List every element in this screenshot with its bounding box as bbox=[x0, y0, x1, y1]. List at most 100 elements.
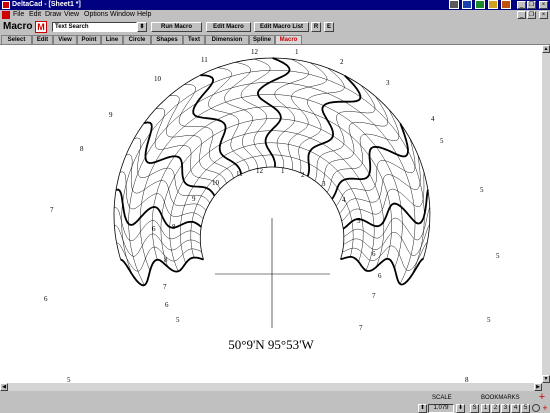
macro-select-arrow-icon[interactable]: ⬍ bbox=[137, 22, 147, 32]
crosshair-icon[interactable]: + bbox=[541, 404, 549, 413]
tab-point[interactable]: Point bbox=[77, 35, 101, 44]
doc-minimize-icon[interactable]: _ bbox=[517, 11, 526, 19]
zoom-circle-icon[interactable] bbox=[532, 404, 540, 412]
outer-hour-label: 11 bbox=[201, 56, 208, 64]
bookmark-2-button[interactable]: 2 bbox=[491, 404, 500, 413]
tray-word-icon[interactable] bbox=[462, 0, 472, 9]
inner-hour-label: 5 bbox=[357, 217, 361, 225]
cursor-cross-icon: + bbox=[538, 391, 546, 403]
grid-line bbox=[335, 138, 416, 207]
toolbar-label: Macro bbox=[3, 21, 33, 32]
bookmark-s-button[interactable]: S bbox=[470, 404, 479, 413]
bookmark-5-button[interactable]: 5 bbox=[521, 404, 530, 413]
drawing-canvas[interactable]: 50°9'N 95°53'W 12 1 2 3 4 11 10 9 8 7 6 … bbox=[0, 45, 542, 383]
scroll-right-icon[interactable]: ▶ bbox=[534, 383, 542, 391]
tab-text[interactable]: Text bbox=[183, 35, 205, 44]
menu-help[interactable]: Help bbox=[137, 10, 151, 20]
bookmark-3-button[interactable]: 3 bbox=[501, 404, 510, 413]
menu-draw[interactable]: Draw bbox=[45, 10, 61, 20]
inner-hour-label: 9 bbox=[192, 195, 196, 203]
doc-restore-icon[interactable]: ❐ bbox=[527, 11, 536, 19]
scatter-label: 8 bbox=[164, 256, 168, 264]
menu-view[interactable]: View bbox=[64, 10, 79, 20]
scroll-down-icon[interactable]: ▼ bbox=[542, 375, 550, 383]
grid-line bbox=[340, 256, 424, 286]
macro-icon[interactable]: M bbox=[35, 21, 47, 33]
title-bar: DeltaCad - [Sheet1 *] _ ❐ × bbox=[0, 0, 550, 10]
outer-hour-label: 3 bbox=[386, 79, 390, 87]
window-title: DeltaCad - [Sheet1 *] bbox=[12, 1, 81, 8]
edit-macro-list-button[interactable]: Edit Macro List bbox=[254, 22, 309, 32]
document-icon[interactable] bbox=[2, 11, 10, 19]
inner-hour-label: 1 bbox=[281, 167, 285, 175]
scatter-label: 6 bbox=[152, 225, 156, 233]
grid-line bbox=[139, 94, 403, 271]
status-bar: SCALE ⬆ 1.079 ⬇ BOOKMARKS S 1 2 3 4 5 + … bbox=[0, 391, 550, 413]
drawing-svg: 50°9'N 95°53'W 12 1 2 3 4 11 10 9 8 7 6 … bbox=[44, 48, 500, 383]
e-button[interactable]: E bbox=[324, 22, 334, 32]
inner-hour-label: 8 bbox=[172, 223, 176, 231]
tab-circle[interactable]: Circle bbox=[123, 35, 151, 44]
tray-access-icon[interactable] bbox=[501, 0, 511, 9]
outer-hour-label: 6 bbox=[44, 295, 48, 303]
bookmark-4-button[interactable]: 4 bbox=[511, 404, 520, 413]
outer-hour-label: 1 bbox=[295, 48, 299, 56]
menu-options[interactable]: Options bbox=[84, 10, 108, 20]
scroll-up-icon[interactable]: ▲ bbox=[542, 45, 550, 53]
grid-line bbox=[166, 95, 227, 184]
scale-up-icon[interactable]: ⬆ bbox=[418, 404, 427, 413]
grid-line bbox=[154, 107, 221, 190]
grid-line bbox=[160, 118, 385, 268]
inner-hour-label: 11 bbox=[236, 170, 243, 178]
menu-window[interactable]: Window bbox=[110, 10, 135, 20]
tray-powerpoint-icon[interactable] bbox=[488, 0, 498, 9]
bookmark-1-button[interactable]: 1 bbox=[481, 404, 490, 413]
scatter-label: 5 bbox=[440, 137, 444, 145]
tab-line[interactable]: Line bbox=[101, 35, 123, 44]
scatter-label: 5 bbox=[480, 186, 484, 194]
tab-macro[interactable]: Macro bbox=[275, 35, 302, 44]
tab-shapes[interactable]: Shapes bbox=[151, 35, 183, 44]
scale-down-icon[interactable]: ⬇ bbox=[456, 404, 465, 413]
tab-select[interactable]: Select bbox=[1, 35, 32, 44]
tray-app-icon[interactable] bbox=[449, 0, 459, 9]
macro-select[interactable]: Text Search bbox=[52, 22, 137, 32]
scatter-label: 7 bbox=[372, 292, 376, 300]
inner-hour-label: 3 bbox=[322, 180, 326, 188]
scatter-label: 7 bbox=[359, 324, 363, 332]
close-icon[interactable]: × bbox=[539, 1, 548, 9]
run-macro-button[interactable]: Run Macro bbox=[151, 22, 202, 32]
grid-line bbox=[240, 58, 271, 168]
menu-file[interactable]: File bbox=[13, 10, 24, 20]
grid-line bbox=[121, 69, 425, 276]
grid-line bbox=[306, 74, 362, 177]
grid-line bbox=[114, 207, 201, 241]
grid-line bbox=[133, 137, 210, 204]
tray-excel-icon[interactable] bbox=[475, 0, 485, 9]
r-button[interactable]: R bbox=[311, 22, 321, 32]
inner-hour-label: 12 bbox=[256, 167, 264, 175]
scatter-label: 8 bbox=[465, 376, 469, 383]
menu-edit[interactable]: Edit bbox=[29, 10, 41, 20]
scale-value[interactable]: 1.079 bbox=[428, 404, 454, 413]
vertical-scrollbar[interactable]: ▲ ▼ bbox=[542, 45, 550, 383]
restore-icon[interactable]: ❐ bbox=[527, 1, 536, 9]
scatter-label: 6 bbox=[378, 272, 382, 280]
tab-spline[interactable]: Spline bbox=[249, 35, 275, 44]
minimize-icon[interactable]: _ bbox=[517, 1, 526, 9]
app-icon[interactable] bbox=[2, 1, 10, 9]
horizontal-scrollbar[interactable]: ◀ ▶ bbox=[0, 383, 542, 391]
grid-line bbox=[114, 225, 201, 257]
menu-bar: File Edit Draw View Options Window Help … bbox=[0, 10, 550, 20]
scroll-left-icon[interactable]: ◀ bbox=[0, 383, 8, 391]
outer-hour-label: 12 bbox=[251, 48, 259, 56]
scatter-label: 6 bbox=[372, 250, 376, 258]
grid-line bbox=[321, 96, 389, 187]
edit-macro-button[interactable]: Edit Macro bbox=[206, 22, 251, 32]
tab-view[interactable]: View bbox=[53, 35, 77, 44]
doc-close-icon[interactable]: × bbox=[539, 11, 548, 19]
outer-hour-label: 7 bbox=[50, 206, 54, 214]
grid-line bbox=[143, 121, 216, 197]
tab-dimension[interactable]: Dimension bbox=[205, 35, 249, 44]
tab-edit[interactable]: Edit bbox=[32, 35, 53, 44]
